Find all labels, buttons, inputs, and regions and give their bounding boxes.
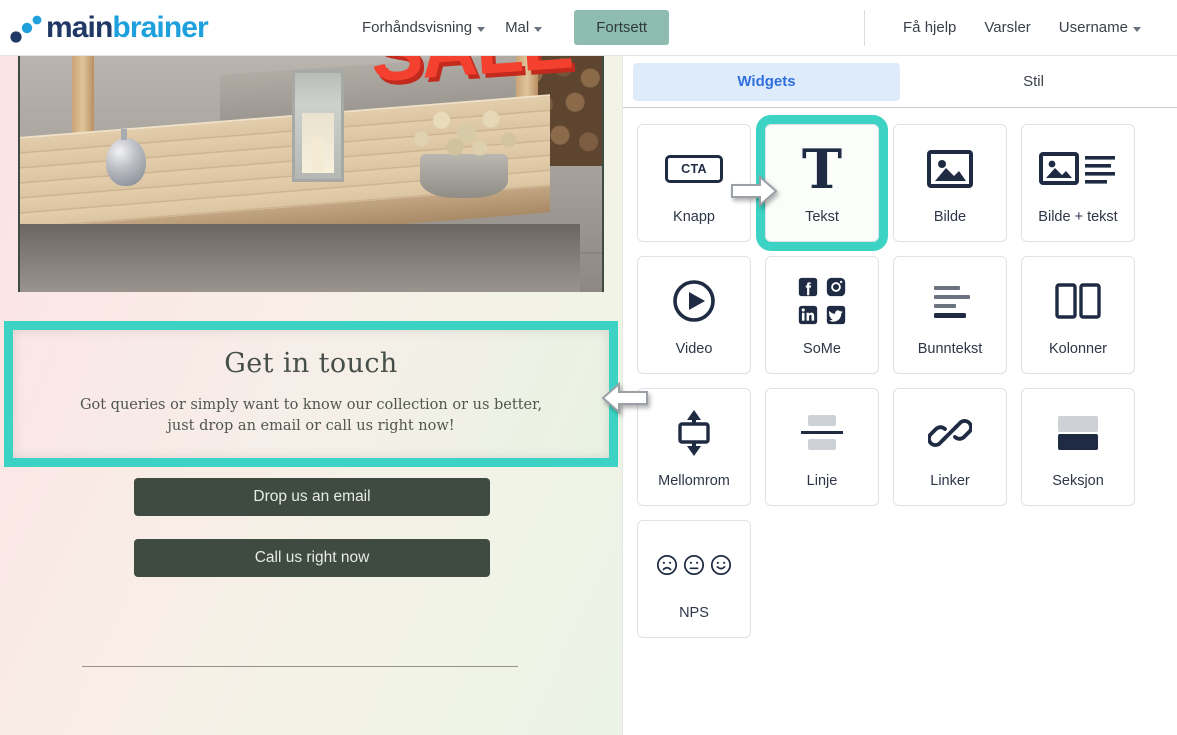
primary-nav: Forhåndsvisning Mal Fortsett bbox=[352, 10, 670, 45]
play-circle-icon bbox=[672, 273, 716, 329]
widget-label: NPS bbox=[679, 605, 709, 621]
happy-face-icon bbox=[710, 554, 732, 576]
tab-widgets[interactable]: Widgets bbox=[633, 62, 900, 101]
text-block-body-line-2: just drop an email or call us right now! bbox=[167, 418, 455, 435]
nav-item-notifications[interactable]: Varsler bbox=[970, 13, 1044, 42]
text-block-heading: Get in touch bbox=[224, 348, 398, 379]
widget-label: SoMe bbox=[803, 341, 841, 357]
widget-label: Mellomrom bbox=[658, 473, 730, 489]
chevron-down-icon bbox=[534, 26, 543, 32]
neutral-face-icon bbox=[683, 554, 705, 576]
selected-text-block[interactable]: Get in touch Got queries or simply want … bbox=[4, 321, 618, 467]
linkedin-icon bbox=[798, 305, 818, 325]
drag-cursor-left-icon bbox=[601, 381, 648, 415]
widget-grid: CTA Knapp T Tekst Bilde Bilde + tekst Vi… bbox=[623, 108, 1177, 654]
logo-wordmark: mainbrainer bbox=[46, 10, 209, 44]
divider-line-icon bbox=[799, 405, 845, 461]
hero-image-block[interactable]: SALE bbox=[18, 56, 604, 292]
widgets-side-panel: Widgets Stil CTA Knapp T Tekst Bilde Bil… bbox=[622, 56, 1177, 735]
call-us-right-now-button[interactable]: Call us right now bbox=[134, 539, 490, 577]
logo-dots-icon bbox=[10, 15, 42, 43]
two-columns-icon bbox=[1054, 273, 1102, 329]
widget-card-seksjon[interactable]: Seksjon bbox=[1021, 388, 1135, 506]
widget-card-bilde-tekst[interactable]: Bilde + tekst bbox=[1021, 124, 1135, 242]
widget-label: Seksjon bbox=[1052, 473, 1104, 489]
chevron-down-icon bbox=[1133, 26, 1141, 32]
widget-card-bilde[interactable]: Bilde bbox=[893, 124, 1007, 242]
widget-card-linje[interactable]: Linje bbox=[765, 388, 879, 506]
hero-photo: SALE bbox=[20, 56, 602, 292]
nps-faces-icon bbox=[656, 537, 732, 593]
widget-label: Kolonner bbox=[1048, 341, 1108, 357]
nps-face-row bbox=[656, 554, 732, 576]
nav-item-preview-label: Forhåndsvisning bbox=[362, 19, 473, 36]
cta-button-icon: CTA bbox=[665, 141, 723, 197]
twitter-icon bbox=[826, 305, 846, 325]
social-media-icon bbox=[797, 273, 847, 329]
logo-word-main: main bbox=[46, 10, 113, 44]
nav-item-user-label: Username bbox=[1058, 19, 1128, 36]
widget-card-video[interactable]: Video bbox=[637, 256, 751, 374]
panel-tabs: Widgets Stil bbox=[623, 56, 1177, 108]
text-block-content: Get in touch Got queries or simply want … bbox=[13, 330, 609, 437]
widget-label: Bunntekst bbox=[917, 341, 983, 357]
section-blocks-icon bbox=[1055, 405, 1101, 461]
cta-badge-label: CTA bbox=[665, 155, 723, 183]
photo-candle bbox=[312, 137, 324, 171]
top-navigation-bar: mainbrainer Forhåndsvisning Mal Fortsett… bbox=[0, 0, 1177, 56]
widget-label: Knapp bbox=[673, 209, 715, 225]
widget-label: Bilde bbox=[933, 209, 967, 225]
widget-label: Tekst bbox=[805, 209, 839, 225]
photo-dried-flowers bbox=[408, 104, 520, 162]
mainbrainer-logo[interactable]: mainbrainer bbox=[10, 8, 240, 48]
widget-label: Bilde + tekst bbox=[1038, 209, 1118, 225]
chevron-down-icon bbox=[477, 26, 486, 32]
text-block-body-line-1: Got queries or simply want to know our c… bbox=[79, 397, 543, 413]
spacer-arrows-icon bbox=[672, 405, 716, 461]
photo-teapot bbox=[106, 129, 146, 186]
drag-cursor-right-icon bbox=[731, 174, 778, 208]
widget-card-some[interactable]: SoMe bbox=[765, 256, 879, 374]
widget-label: Linker bbox=[930, 473, 970, 489]
text-T-icon: T bbox=[802, 141, 842, 197]
text-T-glyph: T bbox=[801, 136, 843, 201]
image-icon bbox=[927, 141, 973, 197]
photo-lantern-glass bbox=[302, 113, 334, 173]
widget-card-mellomrom[interactable]: Mellomrom bbox=[637, 388, 751, 506]
nav-item-notifications-label: Varsler bbox=[984, 19, 1031, 36]
widget-card-tekst[interactable]: T Tekst bbox=[756, 115, 888, 251]
facebook-icon bbox=[798, 277, 818, 297]
horizontal-divider bbox=[82, 666, 518, 667]
tab-style[interactable]: Stil bbox=[900, 63, 1167, 101]
chain-link-icon bbox=[928, 405, 972, 461]
widget-card-bunntekst[interactable]: Bunntekst bbox=[893, 256, 1007, 374]
photo-floor-under-bench bbox=[20, 224, 580, 292]
secondary-nav: Få hjelp Varsler Username bbox=[864, 9, 1155, 46]
nav-divider bbox=[864, 9, 866, 46]
widget-card-nps[interactable]: NPS bbox=[637, 520, 751, 638]
nav-item-preview[interactable]: Forhåndsvisning bbox=[352, 13, 495, 42]
email-canvas[interactable]: SALE Get in touch Got queries or simply … bbox=[0, 56, 622, 735]
image-text-icon bbox=[1039, 141, 1117, 197]
photo-lantern bbox=[292, 70, 344, 182]
continue-button[interactable]: Fortsett bbox=[574, 10, 670, 45]
widget-card-linker[interactable]: Linker bbox=[893, 388, 1007, 506]
drop-us-an-email-button[interactable]: Drop us an email bbox=[134, 478, 490, 516]
footer-lines-icon bbox=[926, 273, 974, 329]
nav-item-help-label: Få hjelp bbox=[903, 19, 957, 36]
nav-item-help[interactable]: Få hjelp bbox=[889, 13, 970, 42]
logo-word-brainer: brainer bbox=[112, 10, 208, 44]
nav-item-template[interactable]: Mal bbox=[495, 13, 552, 42]
nav-item-template-label: Mal bbox=[505, 19, 530, 36]
instagram-icon bbox=[826, 277, 846, 297]
sad-face-icon bbox=[656, 554, 678, 576]
nav-item-user-menu[interactable]: Username bbox=[1045, 13, 1155, 42]
social-icons-grid bbox=[797, 276, 847, 326]
widget-label: Linje bbox=[806, 473, 838, 489]
widget-label: Video bbox=[675, 341, 713, 357]
widget-card-kolonner[interactable]: Kolonner bbox=[1021, 256, 1135, 374]
